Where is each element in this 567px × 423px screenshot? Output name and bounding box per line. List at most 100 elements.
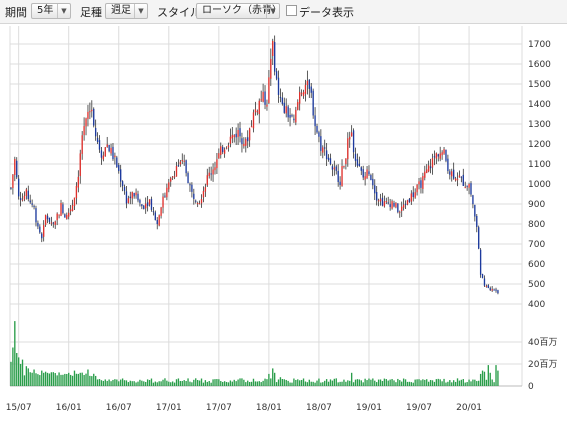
candle-body	[445, 149, 447, 161]
volume-bar	[46, 372, 49, 386]
candle-body	[225, 147, 228, 149]
candlestick	[320, 129, 322, 156]
date-tick-label: 20/01	[456, 403, 482, 413]
candlestick	[277, 70, 280, 103]
volume-bar	[143, 381, 145, 386]
candle-body	[466, 185, 468, 187]
candlestick	[216, 152, 218, 175]
candle-body	[437, 154, 439, 157]
candlestick	[110, 143, 112, 156]
candle-body	[123, 186, 126, 191]
volume-bar	[170, 382, 172, 386]
candlestick	[210, 166, 212, 181]
volume-bar	[333, 378, 336, 386]
volume-bar	[402, 378, 405, 386]
candle-body	[48, 217, 51, 222]
candlestick	[408, 197, 411, 203]
candlestick	[166, 183, 168, 201]
volume-bar	[481, 370, 484, 386]
price-tick-label: 1400	[528, 100, 551, 110]
volume-bar	[366, 380, 368, 386]
volume-bar	[476, 381, 478, 386]
candle-body	[354, 153, 357, 161]
candle-body	[43, 225, 45, 237]
volume-bar	[262, 380, 264, 386]
candlestick	[193, 188, 195, 205]
candlestick	[17, 175, 20, 200]
candle-body	[312, 90, 314, 116]
volume-bar	[487, 365, 489, 386]
candle-body	[216, 159, 218, 169]
volume-bar	[377, 379, 380, 386]
volume-bar	[62, 374, 64, 386]
volume-bar	[424, 379, 426, 386]
candle-body	[427, 165, 430, 172]
candlestick	[279, 88, 282, 103]
candlestick	[75, 182, 78, 205]
candlestick	[479, 248, 482, 278]
candle-body	[339, 181, 341, 186]
volume-bar	[116, 379, 118, 386]
volume-bar	[120, 379, 122, 386]
volume-bar	[75, 373, 78, 386]
volume-bar	[468, 379, 470, 386]
candlestick	[435, 152, 438, 165]
candle-body	[310, 86, 312, 93]
volume-bar	[68, 372, 70, 386]
candlestick	[478, 225, 480, 250]
candle-body	[170, 178, 172, 182]
volume-bar	[443, 378, 445, 386]
candlestick	[127, 195, 130, 204]
volume-bar	[166, 380, 168, 386]
candle-body	[81, 135, 83, 154]
candle-body	[468, 184, 470, 188]
candle-body	[349, 136, 351, 140]
candle-body	[489, 288, 491, 291]
period-select[interactable]: 5年 ▼	[31, 3, 71, 19]
candlestick	[162, 193, 164, 214]
volume-bar	[410, 382, 412, 386]
candle-body	[195, 200, 197, 202]
candle-body	[377, 200, 380, 202]
candle-body	[299, 92, 301, 104]
volume-bar	[404, 379, 407, 386]
data-display-checkbox[interactable]	[286, 5, 297, 16]
candle-body	[327, 157, 330, 160]
candle-body	[416, 184, 418, 193]
candle-body	[497, 290, 499, 294]
interval-select[interactable]: 週足 ▼	[105, 3, 148, 19]
volume-bar	[458, 380, 461, 386]
candle-body	[69, 209, 72, 212]
volume-bar	[14, 321, 16, 386]
price-tick-label: 1000	[528, 180, 551, 190]
volume-bar	[414, 379, 416, 386]
candle-body	[196, 203, 199, 205]
candle-body	[318, 132, 320, 137]
volume-bar	[112, 379, 114, 386]
candle-body	[139, 200, 141, 203]
candlestick	[83, 117, 85, 141]
candlestick	[412, 186, 414, 202]
candlestick	[322, 145, 324, 159]
candle-body	[374, 185, 376, 194]
candle-body	[183, 160, 185, 162]
candle-body	[279, 97, 282, 99]
style-select[interactable]: ローソク（赤青） ▼	[196, 3, 282, 19]
candle-body	[222, 146, 224, 153]
volume-bar	[356, 379, 359, 386]
candlestick	[23, 191, 26, 202]
period-select-value: 5年	[37, 5, 54, 16]
volume-bar	[393, 380, 395, 386]
candle-body	[260, 99, 262, 101]
volume-bar	[223, 381, 226, 386]
candle-body	[418, 181, 420, 185]
candlestick	[262, 83, 264, 103]
candlestick	[493, 288, 495, 291]
candle-body	[302, 91, 305, 97]
candlestick	[58, 214, 60, 219]
candlestick	[77, 170, 80, 193]
volume-bar	[347, 380, 349, 386]
candle-body	[146, 202, 149, 207]
candle-body	[71, 205, 74, 211]
candle-body	[397, 203, 399, 213]
